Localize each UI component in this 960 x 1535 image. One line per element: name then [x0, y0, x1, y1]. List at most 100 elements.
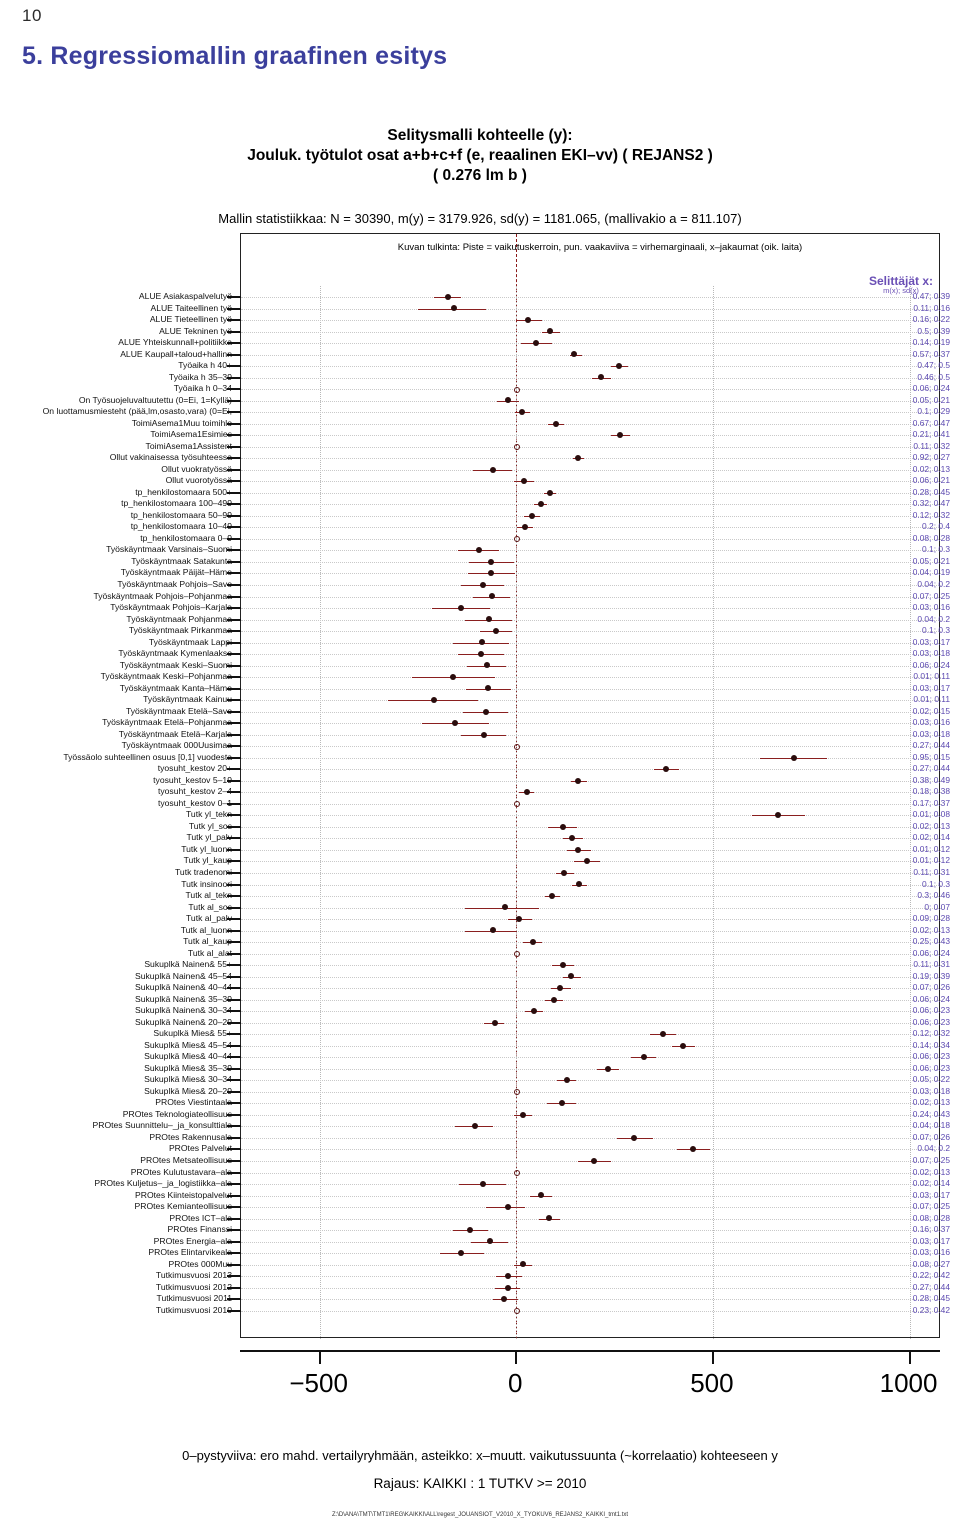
- chart-row: [227, 856, 941, 867]
- chart-row: [227, 741, 941, 752]
- row-value: 0.09; 0.28: [912, 913, 950, 924]
- chart-row: [227, 396, 941, 407]
- data-point: [549, 892, 556, 899]
- data-point: [450, 673, 457, 680]
- row-value: 0.16; 0.37: [912, 1224, 950, 1235]
- chart-row: [227, 361, 941, 372]
- chart-row: [227, 684, 941, 695]
- row-value: 0.01; 0.11: [913, 694, 950, 705]
- row-label: PROtes Rakennusala: [149, 1131, 232, 1142]
- row-label: Työskäyntmaak 000Uusimaa: [121, 740, 232, 751]
- chart-row: [227, 1306, 941, 1317]
- row-value: 0.07; 0.25: [912, 1201, 950, 1212]
- chart-row: [227, 419, 941, 430]
- row-value: 0.14; 0.19: [912, 337, 950, 348]
- footer-file-path: Z:\D\ANA\TMT\TMT1\REG\KAIKKI\ALL\regest_…: [331, 1512, 629, 1518]
- x-axis-tick-label: 500: [690, 1368, 734, 1398]
- data-point: [559, 961, 566, 968]
- row-label: Sukuplkä Mies& 45–54: [144, 1039, 232, 1050]
- row-value: 0.38; 0.49: [912, 774, 950, 785]
- row-value: 0.27; 0.44: [912, 1281, 950, 1292]
- row-value: 0.19; 0.39: [912, 970, 950, 981]
- data-point: [546, 328, 553, 335]
- row-value: 0.12; 0.32: [912, 509, 950, 520]
- row-label: Työskäyntmaak Pohjois–Pohjanmaa: [93, 590, 232, 601]
- chart-title-line3: ( 0.276 lm b ): [433, 167, 527, 184]
- data-point: [479, 1180, 486, 1187]
- data-point: [568, 973, 575, 980]
- row-value: 0.03; 0.16: [912, 1247, 950, 1258]
- footer-note: 0–pystyviiva: ero mahd. vertailyryhmään,…: [182, 1448, 778, 1463]
- data-point: [450, 305, 457, 312]
- row-label: Työaika h 35–39: [168, 371, 232, 382]
- data-point: [520, 1111, 527, 1118]
- model-statistics: Mallin statistiikkaa: N = 30390, m(y) = …: [0, 211, 960, 226]
- row-value: 0.06; 0.24: [912, 383, 950, 394]
- chart-row: [227, 638, 941, 649]
- row-value: 0.1; 0.3: [922, 878, 950, 889]
- chart-row: [227, 833, 941, 844]
- row-label: Työskäyntmaak Kymenlaakso: [118, 648, 232, 659]
- row-label: Tutk al_sos: [188, 901, 232, 912]
- x-axis: [240, 1350, 940, 1364]
- data-point: [631, 1134, 638, 1141]
- page-title: 5. Regressiomallin graafinen esitys: [22, 42, 448, 70]
- row-label: PROtes Teknologiateollisuus: [122, 1108, 232, 1119]
- row-value: 0.02; 0.15: [912, 705, 950, 716]
- row-label: Tutk yl_sos: [188, 820, 232, 831]
- row-label: ALUE Asiakaspalvelutyö: [138, 291, 232, 301]
- data-point: [479, 581, 486, 588]
- data-point: [557, 984, 564, 991]
- data-point: [488, 593, 495, 600]
- data-point: [537, 1192, 544, 1199]
- row-value: 0.03; 0.17: [912, 636, 950, 647]
- chart-interpretation-note: Kuvan tulkinta: Piste = vaikutuskerroin,…: [397, 242, 803, 253]
- row-label: Työskäyntmaak Pohjois–Karjala: [110, 602, 232, 613]
- row-value: 0.24; 0.43: [912, 1108, 950, 1119]
- row-value: 0.04; 0.18: [912, 1120, 950, 1131]
- row-label: On Työsuojeluvaltuutettu (0=Ei, 1=Kyllä): [78, 394, 232, 405]
- row-label: Ollut vuorotyössä: [165, 475, 232, 486]
- data-point: [492, 627, 499, 634]
- chart-row: [227, 603, 941, 614]
- values-column-header: Selittäjät x: m(x); sd(x): [846, 275, 956, 295]
- data-point: [529, 938, 536, 945]
- data-point: [575, 846, 582, 853]
- data-point: [561, 869, 568, 876]
- chart-row: [227, 810, 941, 821]
- data-point: [489, 927, 496, 934]
- row-label: Sukuplkä Mies& 30–34: [144, 1074, 232, 1085]
- data-point: [466, 1226, 473, 1233]
- data-point: [452, 720, 459, 727]
- chart-row: [227, 1006, 941, 1017]
- data-point: [774, 812, 781, 819]
- chart-row: [227, 384, 941, 395]
- chart-row: [227, 1283, 941, 1294]
- row-value: 0.1; 0.3: [922, 544, 950, 555]
- chart-row: [227, 695, 941, 706]
- data-point: [487, 558, 494, 565]
- row-label: PROtes Palvelut: [168, 1143, 232, 1154]
- row-value: 0.02; 0.13: [912, 1166, 950, 1177]
- row-value: 0.03; 0.17: [912, 1235, 950, 1246]
- row-value: 0.03; 0.16: [912, 717, 950, 728]
- row-value: 0.16; 0.22: [912, 314, 950, 325]
- row-value: 0.01; 0.12: [912, 855, 950, 866]
- row-label: PROtes Finanssi: [167, 1224, 232, 1235]
- row-value: 0.5; 0.39: [917, 325, 950, 336]
- row-label: tyosuht_kestov 20+: [157, 763, 232, 774]
- data-point: [680, 1042, 687, 1049]
- row-value: 0.27; 0.44: [912, 740, 950, 751]
- row-value: 0.02; 0.13: [912, 1097, 950, 1108]
- chart-row: [227, 1075, 941, 1086]
- data-point: [478, 639, 485, 646]
- data-point: [519, 408, 526, 415]
- footer-limit: Rajaus: KAIKKI : 1 TUTKV >= 2010: [373, 1476, 587, 1491]
- row-value: 0.04; 0.19: [912, 567, 950, 578]
- row-label: tp_henkilostomaara 0–9: [140, 532, 232, 543]
- slide-number: 10: [22, 6, 42, 25]
- row-label: Sukuplkä Nainen& 45–54: [135, 970, 232, 981]
- row-value: 0.11; 0.32: [913, 440, 950, 451]
- chart-row: [227, 1248, 941, 1259]
- row-value: 0.07; 0.25: [912, 1155, 950, 1165]
